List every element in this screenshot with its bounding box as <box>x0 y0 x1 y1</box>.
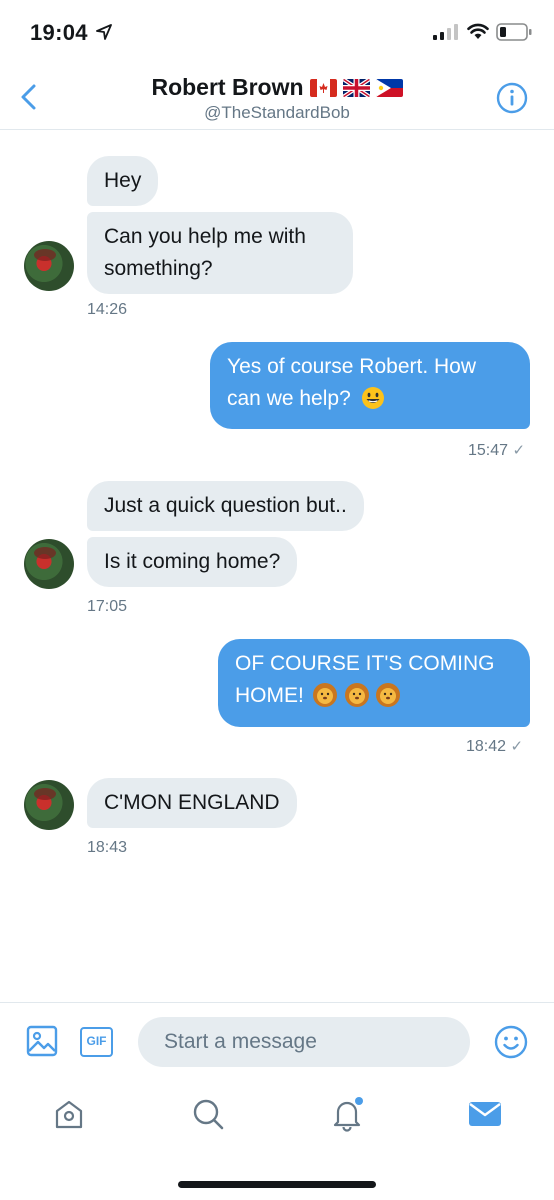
message-text: Hey <box>104 169 142 192</box>
tab-home[interactable] <box>51 1096 87 1132</box>
uk-flag <box>342 78 370 97</box>
incoming-message-bubble[interactable]: Hey <box>87 156 159 206</box>
message-timestamp: 18:42 ✓ <box>466 737 523 756</box>
back-button[interactable] <box>16 82 42 112</box>
lion-emoji <box>312 683 337 707</box>
incoming-message-bubble[interactable]: Can you help me with something? <box>87 212 353 294</box>
message-input[interactable] <box>138 1017 470 1067</box>
message-text: Is it coming home? <box>104 550 281 573</box>
outgoing-message-bubble[interactable]: Yes of course Robert. How can we help? <box>210 342 530 429</box>
location-arrow-icon <box>96 24 112 45</box>
check-icon: ✓ <box>510 738 524 755</box>
home-indicator[interactable] <box>178 1181 376 1188</box>
tab-messages[interactable] <box>467 1096 503 1132</box>
signal-icon <box>433 24 459 45</box>
status-bar: 19:04 <box>0 0 554 64</box>
status-time: 19:04 <box>30 20 88 45</box>
mail-icon <box>469 1102 501 1126</box>
message-composer: GIF <box>0 1002 554 1080</box>
lion-emoji-group <box>312 682 402 718</box>
conversation-header: Robert Brown @TheStandardBob <box>0 64 554 130</box>
timestamp-text: 18:42 <box>466 738 507 755</box>
message-timestamp: 17:05 <box>87 598 128 615</box>
emoji-button[interactable] <box>494 1025 528 1059</box>
message-list[interactable]: Hey Can you help me with something? 14:2… <box>0 131 554 1001</box>
info-button[interactable] <box>496 82 528 114</box>
outgoing-message-bubble[interactable]: OF COURSE IT'S COMING HOME! <box>218 639 530 727</box>
incoming-message-bubble[interactable]: C'MON ENGLAND <box>87 778 297 828</box>
tab-notifications[interactable] <box>329 1096 365 1132</box>
message-text: Yes of course Robert. How can we help? <box>227 355 477 410</box>
battery-icon <box>496 23 532 46</box>
avatar[interactable] <box>24 241 74 291</box>
conversation-title: Robert Brown @TheStandardBob <box>100 74 454 123</box>
contact-name: Robert Brown <box>151 74 304 100</box>
avatar[interactable] <box>24 539 74 589</box>
search-icon <box>193 1099 224 1130</box>
add-image-button[interactable] <box>26 1025 58 1057</box>
emoji-icon <box>494 1025 528 1059</box>
notification-dot <box>355 1097 363 1105</box>
incoming-message-bubble[interactable]: Is it coming home? <box>87 537 298 587</box>
avatar[interactable] <box>24 780 74 830</box>
canada-flag <box>309 78 337 97</box>
message-text: C'MON ENGLAND <box>104 791 280 814</box>
lion-emoji <box>344 683 369 707</box>
philippines-flag <box>375 78 403 97</box>
message-text: Just a quick question but.. <box>104 494 347 517</box>
wifi-icon <box>467 23 489 45</box>
lion-emoji <box>376 683 401 707</box>
chevron-left-icon <box>21 84 36 110</box>
message-text: Can you help me with something? <box>104 225 306 280</box>
check-icon: ✓ <box>512 442 526 459</box>
info-icon <box>496 82 528 114</box>
contact-handle: @TheStandardBob <box>204 103 350 122</box>
tab-search[interactable] <box>190 1096 226 1132</box>
message-timestamp: 15:47 ✓ <box>468 441 525 460</box>
image-icon <box>26 1025 58 1057</box>
home-icon <box>55 1100 83 1129</box>
incoming-message-bubble[interactable]: Just a quick question but.. <box>87 481 364 531</box>
smiley-emoji <box>361 386 385 420</box>
message-timestamp: 18:43 <box>87 839 128 856</box>
gif-button[interactable]: GIF <box>80 1027 113 1057</box>
timestamp-text: 15:47 <box>468 442 509 459</box>
message-timestamp: 14:26 <box>87 301 128 318</box>
bell-icon <box>333 1097 363 1132</box>
